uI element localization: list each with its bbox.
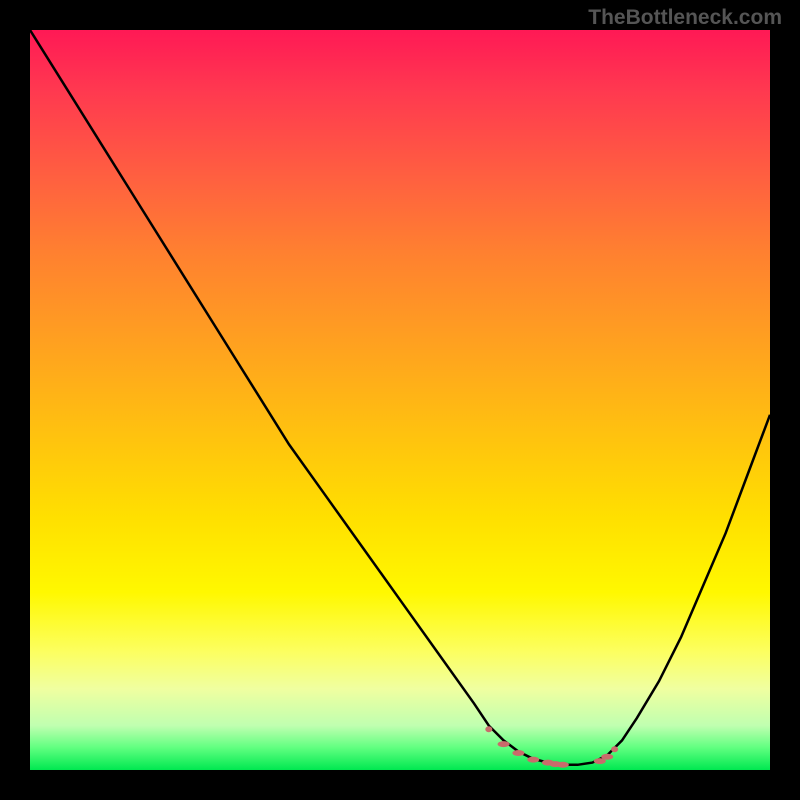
- sweet-spot-marker: [485, 726, 492, 732]
- chart-svg: [30, 30, 770, 770]
- chart-plot-area: [30, 30, 770, 770]
- sweet-spot-marker: [601, 754, 613, 760]
- sweet-spot-marker: [498, 741, 510, 747]
- sweet-spot-marker: [512, 750, 524, 756]
- sweet-spot-marker: [527, 757, 539, 763]
- sweet-spot-markers-group: [485, 726, 618, 768]
- sweet-spot-marker: [557, 762, 569, 768]
- bottleneck-curve-line: [30, 30, 770, 765]
- watermark-text: TheBottleneck.com: [588, 6, 782, 30]
- sweet-spot-marker: [611, 746, 618, 752]
